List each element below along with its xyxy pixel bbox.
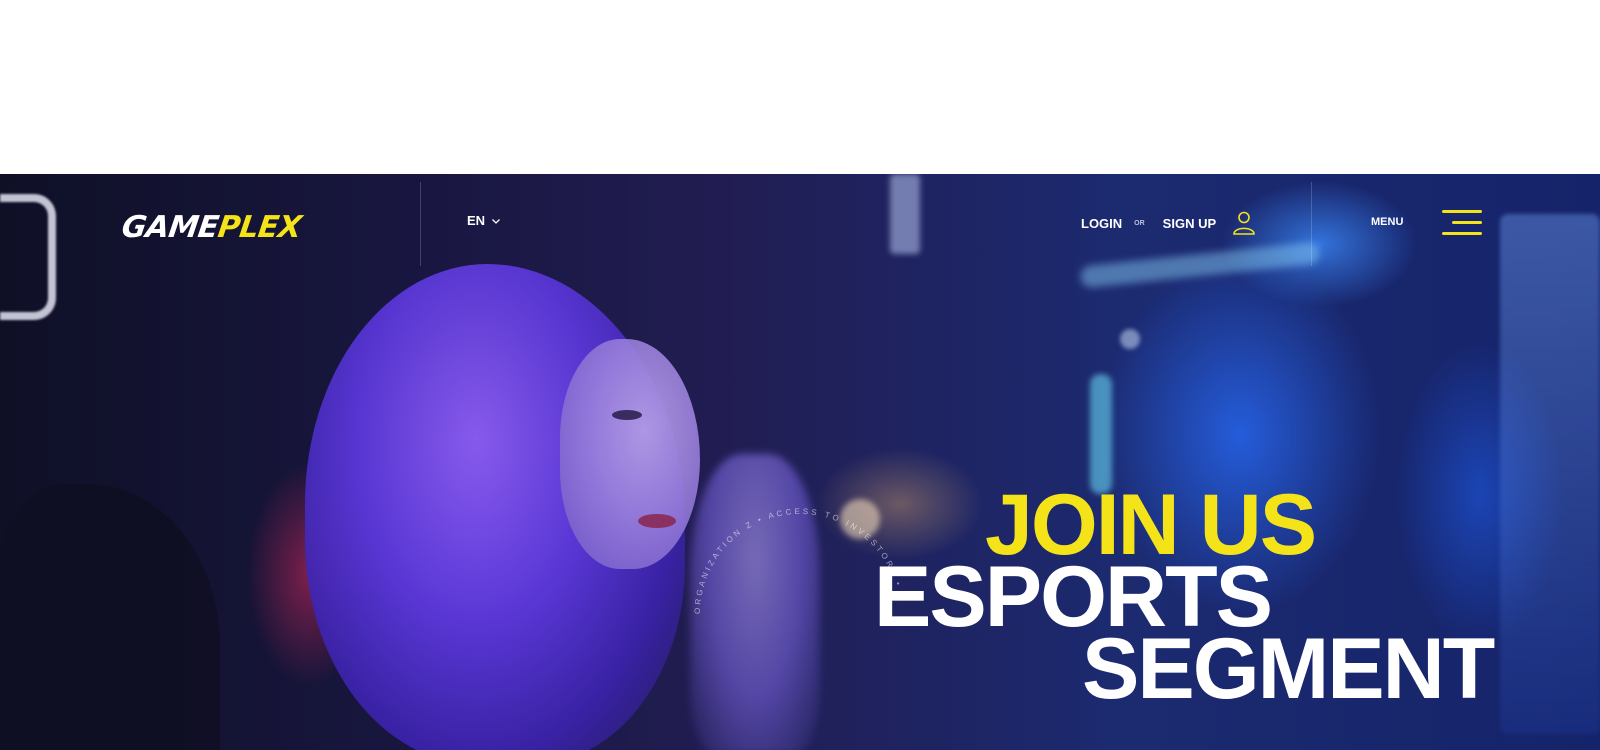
top-whitespace (0, 0, 1600, 174)
headline-line-3: SEGMENT (1082, 621, 1495, 717)
hero-headline: JOIN US ESPORTS SEGMENT (0, 174, 1600, 750)
hero-section: GAMEPLEX EN LOGIN OR SIGN UP MENU ORGANI… (0, 174, 1600, 750)
